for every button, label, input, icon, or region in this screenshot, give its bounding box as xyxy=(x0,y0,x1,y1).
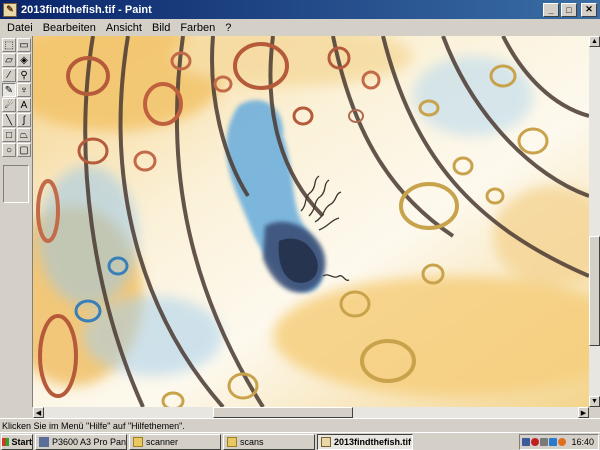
curve-icon[interactable]: ∫ xyxy=(17,113,31,127)
horizontal-scrollbar[interactable]: ◀ ▶ xyxy=(33,407,589,418)
menu-bearbeiten[interactable]: Bearbeiten xyxy=(38,22,101,34)
taskbar-item-scanner[interactable]: scanner xyxy=(129,433,221,450)
painting-canvas[interactable] xyxy=(33,36,589,407)
security-icon[interactable] xyxy=(558,438,566,446)
menu-farben[interactable]: Farben xyxy=(175,22,220,34)
taskbar-item-label: 2013findthefish.tif - P... xyxy=(334,436,412,447)
menu-bild[interactable]: Bild xyxy=(147,22,175,34)
eraser-icon[interactable]: ▱ xyxy=(2,53,16,67)
polygon-icon[interactable]: ⏢ xyxy=(17,128,31,142)
volume-icon[interactable] xyxy=(540,438,548,446)
start-label: Start xyxy=(11,436,32,447)
paint-app-icon[interactable]: ✎ xyxy=(3,2,17,17)
vertical-scroll-thumb[interactable] xyxy=(589,236,600,346)
canvas-area[interactable] xyxy=(33,36,589,407)
folder-icon xyxy=(227,436,237,447)
vertical-scrollbar[interactable]: ▲ ▼ xyxy=(589,36,600,407)
taskbar-item-paint[interactable]: 2013findthefish.tif - P... xyxy=(317,433,413,450)
tool-options-panel[interactable] xyxy=(3,165,29,203)
rectangle-icon[interactable]: □ xyxy=(2,128,16,142)
taskbar: Start P3600 A3 Pro Panel scanner scans 2… xyxy=(0,432,600,450)
fill-bucket-icon[interactable]: ◈ xyxy=(17,53,31,67)
taskbar-item-label: P3600 A3 Pro Panel xyxy=(52,436,127,447)
scroll-corner xyxy=(589,407,600,418)
network-icon[interactable] xyxy=(522,438,530,446)
status-text: Klicken Sie im Menü "Hilfe" auf "Hilfeth… xyxy=(2,420,185,431)
maximize-icon[interactable]: □ xyxy=(561,2,577,17)
tool-grid: ⬚ ▭ ▱ ◈ ⁄ ⚲ ✎ ♆ ☄ A ╲ ∫ □ ⏢ ○ ▢ xyxy=(0,36,32,159)
minimize-icon[interactable]: _ xyxy=(543,2,559,17)
line-icon[interactable]: ╲ xyxy=(2,113,16,127)
scroll-left-icon[interactable]: ◀ xyxy=(33,407,44,418)
scroll-right-icon[interactable]: ▶ xyxy=(578,407,589,418)
ellipse-icon[interactable]: ○ xyxy=(2,143,16,157)
scanner-panel-icon xyxy=(39,436,49,447)
taskbar-item-p3600-panel[interactable]: P3600 A3 Pro Panel xyxy=(35,433,127,450)
brush-icon[interactable]: ♆ xyxy=(17,83,31,97)
system-tray: 16:40 xyxy=(519,434,599,450)
color-picker-icon[interactable]: ⁄ xyxy=(2,68,16,82)
taskbar-item-scans[interactable]: scans xyxy=(223,433,315,450)
scroll-down-icon[interactable]: ▼ xyxy=(589,396,600,407)
title-bar: ✎ 2013findthefish.tif - Paint _ □ ✕ xyxy=(0,0,600,19)
menu-ansicht[interactable]: Ansicht xyxy=(101,22,147,34)
pencil-icon[interactable]: ✎ xyxy=(2,83,16,97)
folder-icon xyxy=(133,436,143,447)
taskbar-item-label: scanner xyxy=(146,436,179,447)
update-icon[interactable] xyxy=(549,438,557,446)
antivirus-icon[interactable] xyxy=(531,438,539,446)
status-bar: Klicken Sie im Menü "Hilfe" auf "Hilfeth… xyxy=(0,418,600,432)
taskbar-item-label: scans xyxy=(240,436,264,447)
text-icon[interactable]: A xyxy=(17,98,31,112)
start-button[interactable]: Start xyxy=(1,433,33,450)
menu-help[interactable]: ? xyxy=(220,22,236,34)
menu-bar: Datei Bearbeiten Ansicht Bild Farben ? xyxy=(0,19,600,36)
rounded-rect-icon[interactable]: ▢ xyxy=(17,143,31,157)
menu-datei[interactable]: Datei xyxy=(2,22,38,34)
windows-logo-icon xyxy=(2,437,10,446)
window-title: 2013findthefish.tif - Paint xyxy=(21,3,152,16)
rect-select-icon[interactable]: ▭ xyxy=(17,38,31,52)
scroll-up-icon[interactable]: ▲ xyxy=(589,36,600,47)
paint-app-icon xyxy=(321,436,331,447)
magnifier-icon[interactable]: ⚲ xyxy=(17,68,31,82)
airbrush-icon[interactable]: ☄ xyxy=(2,98,16,112)
free-select-icon[interactable]: ⬚ xyxy=(2,38,16,52)
toolbox: ⬚ ▭ ▱ ◈ ⁄ ⚲ ✎ ♆ ☄ A ╲ ∫ □ ⏢ ○ ▢ xyxy=(0,36,33,407)
close-icon[interactable]: ✕ xyxy=(581,2,597,17)
clock: 16:40 xyxy=(571,437,594,447)
horizontal-scroll-thumb[interactable] xyxy=(213,407,353,418)
